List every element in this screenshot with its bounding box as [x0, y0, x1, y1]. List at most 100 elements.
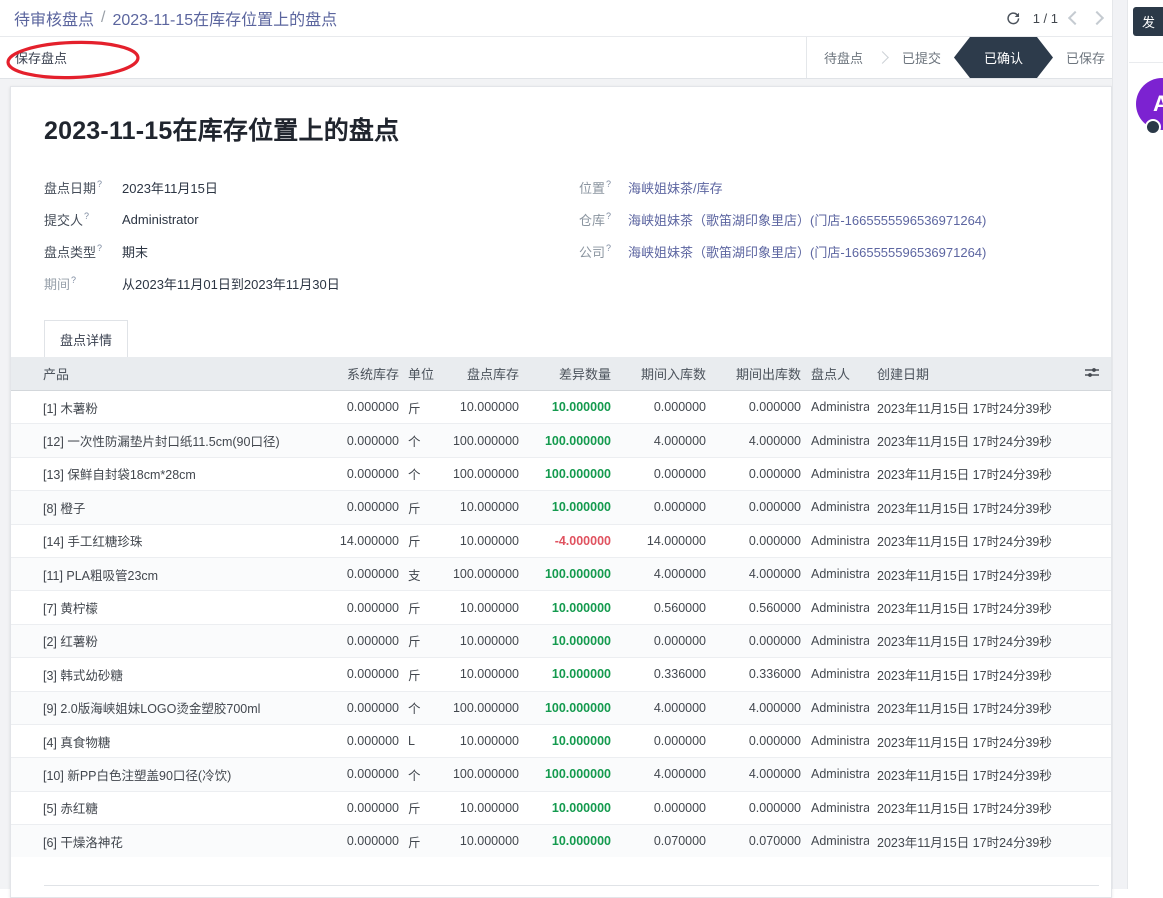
table-row[interactable]: [7] 黄柠檬0.000000斤10.00000010.0000000.5600…	[11, 590, 1111, 623]
cell-counted-qty: 100.000000	[441, 701, 519, 715]
column-header-product[interactable]: 产品	[11, 364, 301, 383]
table-row[interactable]: [10] 新PP白色注塑盖90口径(冷饮)0.000000个100.000000…	[11, 757, 1111, 790]
cell-product: [6] 干燥洛神花	[11, 832, 301, 851]
cell-out-qty: 0.000000	[706, 467, 801, 481]
cell-counted-qty: 10.000000	[441, 400, 519, 414]
cell-uom: 支	[399, 565, 441, 584]
breadcrumb-parent-link[interactable]: 待审核盘点	[14, 6, 94, 30]
cell-counted-qty: 10.000000	[441, 601, 519, 615]
cell-in-qty: 0.000000	[611, 734, 706, 748]
main-window: 待审核盘点 / 2023-11-15在库存位置上的盘点 1 / 1 保存盘点 待…	[0, 0, 1128, 889]
status-step-2[interactable]: 已提交	[885, 37, 958, 78]
cell-counted-qty: 10.000000	[441, 534, 519, 548]
table-row[interactable]: [13] 保鲜自封袋18cm*28cm0.000000个100.00000010…	[11, 457, 1111, 490]
cell-created-date: 2023年11月15日 17时24分39秒	[869, 665, 1085, 684]
table-header-row: 产品系统库存单位盘点库存差异数量期间入库数期间出库数盘点人创建日期	[11, 357, 1111, 391]
cell-product: [8] 橙子	[11, 498, 301, 517]
cell-counted-qty: 100.000000	[441, 767, 519, 781]
cell-created-date: 2023年11月15日 17时24分39秒	[869, 598, 1085, 617]
field-value: 从2023年11月01日到2023年11月30日	[122, 274, 340, 293]
field-label: 仓库?	[579, 210, 628, 229]
field-row-right-3: 公司?海峡姐妹茶（歌笛湖印象里店）(门店-1665555596536971264…	[579, 235, 1078, 267]
field-row-left-3: 盘点类型?期末	[44, 235, 579, 267]
cell-system-qty: 0.000000	[301, 400, 399, 414]
cell-system-qty: 0.000000	[301, 500, 399, 514]
table-row[interactable]: [14] 手工红糖珍珠14.000000斤10.000000-4.0000001…	[11, 524, 1111, 557]
cell-created-date: 2023年11月15日 17时24分39秒	[869, 798, 1085, 817]
field-label: 盘点日期?	[44, 178, 122, 197]
table-row[interactable]: [4] 真食物糖0.000000L10.00000010.0000000.000…	[11, 724, 1111, 757]
cell-uom: 斤	[399, 531, 441, 550]
cell-in-qty: 14.000000	[611, 534, 706, 548]
column-header-uom[interactable]: 单位	[399, 364, 441, 383]
field-value[interactable]: 海峡姐妹茶（歌笛湖印象里店）(门店-1665555596536971264)	[628, 242, 986, 261]
vertical-scrollbar[interactable]	[1112, 0, 1128, 889]
cell-in-qty: 4.000000	[611, 567, 706, 581]
field-value[interactable]: 海峡姐妹茶/库存	[628, 178, 723, 197]
cell-uom: 斤	[399, 398, 441, 417]
table-row[interactable]: [2] 红薯粉0.000000斤10.00000010.0000000.0000…	[11, 624, 1111, 657]
cell-uom: 斤	[399, 798, 441, 817]
cell-user: Administrator	[801, 500, 869, 514]
adjust-columns-icon[interactable]	[1085, 367, 1099, 382]
column-header-diff-qty[interactable]: 差异数量	[519, 364, 611, 383]
cell-created-date: 2023年11月15日 17时24分39秒	[869, 698, 1085, 717]
column-header-system-qty[interactable]: 系统库存	[301, 364, 399, 383]
field-row-left-1: 盘点日期?2023年11月15日	[44, 171, 579, 203]
field-value: 2023年11月15日	[122, 178, 218, 197]
help-icon: ?	[97, 179, 102, 189]
cell-user: Administrator	[801, 767, 869, 781]
cell-user: Administrator	[801, 434, 869, 448]
table-row[interactable]: [9] 2.0版海峡姐妹LOGO烫金塑胶700ml0.000000个100.00…	[11, 691, 1111, 724]
cell-product: [9] 2.0版海峡姐妹LOGO烫金塑胶700ml	[11, 698, 301, 717]
column-header-created-date[interactable]: 创建日期	[869, 364, 1085, 383]
cell-counted-qty: 10.000000	[441, 667, 519, 681]
field-value[interactable]: 海峡姐妹茶（歌笛湖印象里店）(门店-1665555596536971264)	[628, 210, 986, 229]
cell-created-date: 2023年11月15日 17时24分39秒	[869, 631, 1085, 650]
field-label: 提交人?	[44, 210, 122, 229]
cell-out-qty: 0.000000	[706, 400, 801, 414]
column-header-user[interactable]: 盘点人	[801, 364, 869, 383]
refresh-icon[interactable]	[1006, 11, 1021, 26]
cell-out-qty: 4.000000	[706, 701, 801, 715]
table-row[interactable]: [3] 韩式幼砂糖0.000000斤10.00000010.0000000.33…	[11, 657, 1111, 690]
table-row[interactable]: [8] 橙子0.000000斤10.00000010.0000000.00000…	[11, 490, 1111, 523]
column-header-out-qty[interactable]: 期间出库数	[706, 364, 801, 383]
cell-uom: 个	[399, 765, 441, 784]
status-step-3[interactable]: 已确认	[954, 37, 1053, 78]
cell-uom: 斤	[399, 498, 441, 517]
cell-counted-qty: 10.000000	[441, 834, 519, 848]
cell-user: Administrator	[801, 534, 869, 548]
cell-diff-qty: 100.000000	[519, 767, 611, 781]
cell-diff-qty: 100.000000	[519, 467, 611, 481]
cell-system-qty: 0.000000	[301, 701, 399, 715]
table-row[interactable]: [11] PLA粗吸管23cm0.000000支100.000000100.00…	[11, 557, 1111, 590]
table-row[interactable]: [1] 木薯粉0.000000斤10.00000010.0000000.0000…	[11, 391, 1111, 423]
help-icon: ?	[606, 179, 611, 189]
cell-counted-qty: 100.000000	[441, 567, 519, 581]
form-sheet: 2023-11-15在库存位置上的盘点 盘点日期?2023年11月15日提交人?…	[10, 86, 1112, 898]
chevron-right-icon[interactable]	[1090, 11, 1104, 25]
chevron-left-icon[interactable]	[1068, 11, 1082, 25]
column-header-options	[1085, 366, 1111, 382]
avatar-status-badge	[1145, 119, 1161, 135]
column-header-in-qty[interactable]: 期间入库数	[611, 364, 706, 383]
cell-uom: 斤	[399, 598, 441, 617]
column-header-counted-qty[interactable]: 盘点库存	[441, 364, 519, 383]
cell-product: [7] 黄柠檬	[11, 598, 301, 617]
table-row[interactable]: [12] 一次性防漏垫片封口纸11.5cm(90口径)0.000000个100.…	[11, 423, 1111, 456]
publish-button[interactable]: 发	[1133, 7, 1163, 36]
status-step-1[interactable]: 待盘点	[807, 37, 880, 78]
field-group: 盘点日期?2023年11月15日提交人?Administrator盘点类型?期末…	[44, 171, 1078, 299]
cell-user: Administrator	[801, 667, 869, 681]
table-row[interactable]: [6] 干燥洛神花0.000000斤10.00000010.0000000.07…	[11, 824, 1111, 857]
breadcrumb-separator: /	[101, 9, 105, 27]
help-icon: ?	[606, 211, 611, 221]
cell-diff-qty: -4.000000	[519, 534, 611, 548]
table-row[interactable]: [5] 赤红糖0.000000斤10.00000010.0000000.0000…	[11, 791, 1111, 824]
tab-inventory-details[interactable]: 盘点详情	[44, 320, 128, 357]
save-inventory-button[interactable]: 保存盘点	[15, 48, 67, 67]
field-row-right-1: 位置?海峡姐妹茶/库存	[579, 171, 1078, 203]
cell-out-qty: 4.000000	[706, 767, 801, 781]
cell-system-qty: 14.000000	[301, 534, 399, 548]
